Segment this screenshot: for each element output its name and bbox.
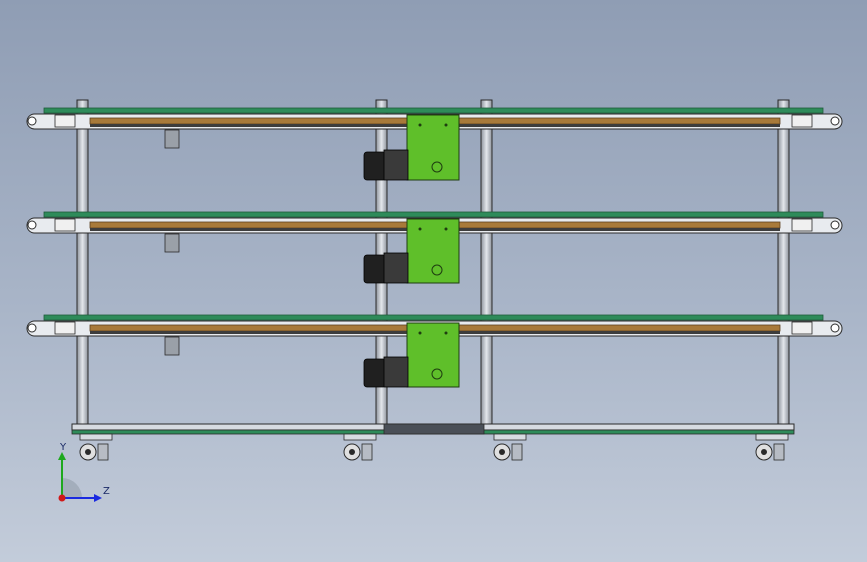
y-axis-label: Y — [60, 442, 67, 453]
caster-2 — [343, 433, 377, 461]
caster-4 — [755, 433, 789, 461]
conveyor-assembly-model[interactable] — [0, 0, 867, 562]
caster-3 — [493, 433, 527, 461]
z-axis-label: Z — [103, 486, 110, 497]
cad-viewport[interactable]: Y Z — [0, 0, 867, 562]
bottom-frame-rail — [71, 423, 795, 435]
